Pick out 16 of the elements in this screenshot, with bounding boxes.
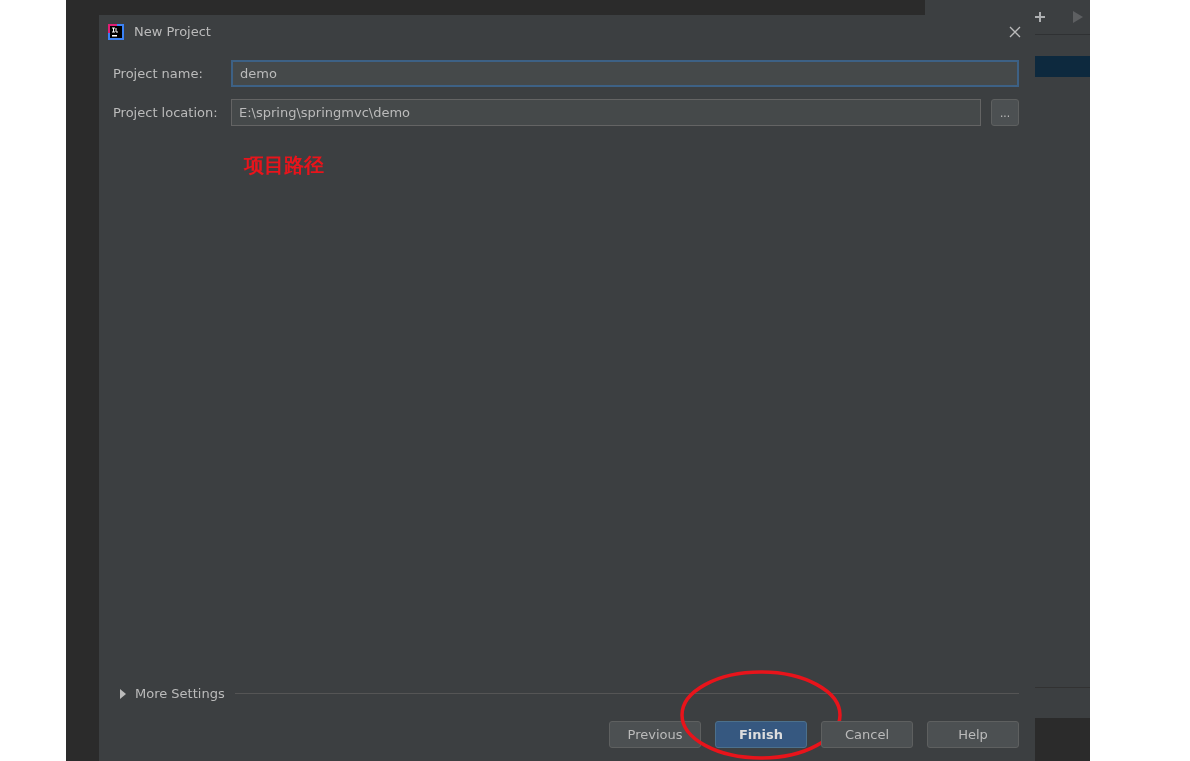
dialog-button[interactable]: Previous — [609, 721, 701, 748]
app-logo-icon — [108, 23, 124, 40]
field-label: Project location: — [113, 105, 219, 120]
dialog-button[interactable]: Help — [927, 721, 1019, 748]
input-field[interactable]: E:\spring\springmvc\demo — [231, 99, 981, 126]
input-field[interactable]: demo — [231, 60, 1019, 87]
field-label: Project name: — [113, 66, 204, 81]
expand-triangle-icon[interactable] — [119, 688, 127, 699]
dialog-button[interactable]: Finish — [715, 721, 807, 748]
close-icon[interactable] — [1009, 25, 1021, 38]
dialog-button[interactable]: Cancel — [821, 721, 913, 748]
plus-icon[interactable] — [1034, 11, 1046, 23]
browse-button[interactable]: ... — [991, 99, 1019, 126]
annotation-text: 项目路径 — [244, 152, 325, 179]
more-settings-toggle[interactable]: More Settings — [135, 686, 225, 701]
window-title: New Project — [134, 24, 212, 39]
